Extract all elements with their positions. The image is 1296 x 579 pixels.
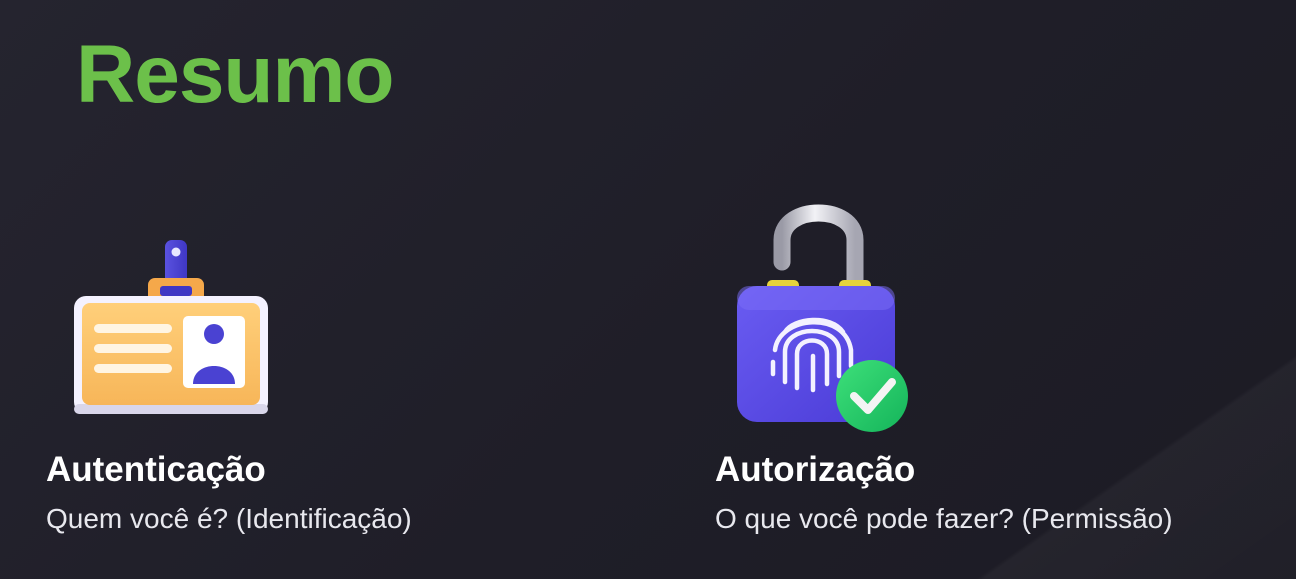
card-title: Autorização	[715, 450, 916, 489]
card-subtitle: Quem você é? (Identificação)	[46, 503, 412, 534]
fingerprint-padlock-icon	[727, 190, 917, 445]
id-badge-icon	[68, 236, 268, 421]
card-title: Autenticação	[46, 450, 266, 489]
page-title: Resumo	[76, 29, 395, 120]
card-subtitle: O que você pode fazer? (Permissão)	[715, 503, 1173, 534]
background-sheen	[956, 319, 1296, 579]
